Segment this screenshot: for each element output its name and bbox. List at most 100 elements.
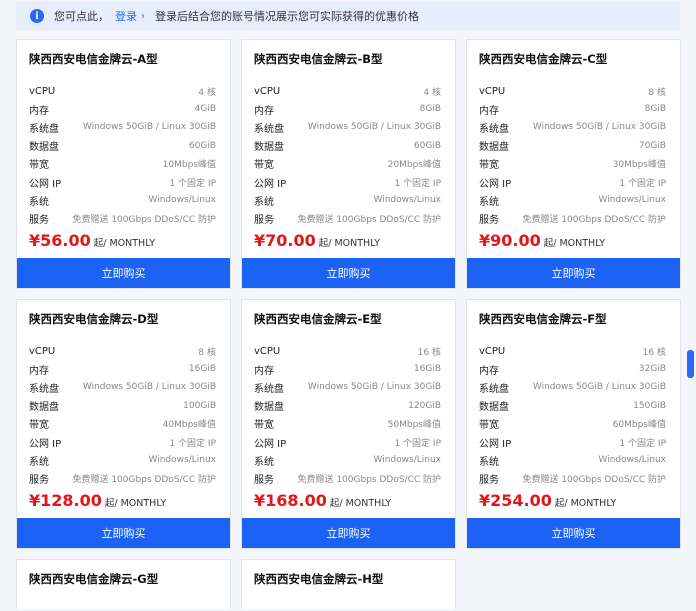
- price-unit: 起/ MONTHLY: [329, 498, 392, 509]
- spec-value: 4 核: [198, 87, 216, 98]
- info-icon: i: [30, 9, 44, 23]
- product-card: 陕西西安电信金牌云-E型 vCPU 16 核内存 16GiB 系统盘 Windows 50…: [241, 299, 456, 549]
- spec-row: 系统盘 Windows 50GiB / Linux 30GiB: [29, 378, 216, 396]
- card-title: 陕西西安电信金牌云-H型: [254, 572, 384, 586]
- spec-row: vCPU 16 核: [254, 342, 441, 360]
- spec-value: 8GiB: [419, 104, 441, 115]
- buy-now-button[interactable]: 立即购买: [467, 258, 680, 288]
- spec-label: 公网 IP: [479, 178, 512, 190]
- buy-now-button[interactable]: 立即购买: [17, 518, 230, 548]
- price: ¥128.00: [29, 491, 102, 510]
- spec-value: 4 核: [423, 87, 441, 98]
- product-card: 陕西西安电信金牌云-A型 vCPU 4 核内存 4GiB 系统盘 Windows 50Gi…: [16, 39, 231, 289]
- spec-value: 20Mbps峰值: [387, 160, 441, 171]
- buy-now-button[interactable]: 立即购买: [467, 518, 680, 548]
- spec-label: 数据盘: [254, 402, 284, 414]
- spec-row: vCPU 8 核: [479, 82, 666, 100]
- spec-label: 数据盘: [29, 402, 59, 414]
- spec-row: 系统 Windows/Linux: [479, 451, 666, 469]
- spec-value: Windows 50GiB / Linux 30GiB: [307, 122, 441, 133]
- product-card: 陕西西安电信金牌云-H型: [241, 559, 456, 609]
- spec-label: 内存: [479, 365, 499, 377]
- spec-label: 系统: [479, 456, 499, 468]
- spec-value: Windows/Linux: [598, 195, 666, 206]
- spec-label: 系统: [29, 456, 49, 468]
- buy-now-button[interactable]: 立即购买: [17, 258, 230, 288]
- card-title: 陕西西安电信金牌云-B型: [254, 52, 383, 66]
- spec-label: 内存: [254, 365, 274, 377]
- spec-value: 16 核: [642, 347, 666, 358]
- card-title: 陕西西安电信金牌云-E型: [254, 312, 382, 326]
- price-row: ¥90.00 起/ MONTHLY: [479, 231, 605, 250]
- spec-row: 服务 免费赠送 100Gbps DDoS/CC 防护: [254, 469, 441, 487]
- spec-value: 1 个固定 IP: [394, 178, 441, 189]
- spec-label: 带宽: [254, 160, 274, 172]
- spec-row: 服务 免费赠送 100Gbps DDoS/CC 防护: [29, 209, 216, 227]
- spec-label: 系统盘: [254, 383, 284, 395]
- scrollbar-thumb[interactable]: [687, 350, 694, 378]
- spec-row: vCPU 8 核: [29, 342, 216, 360]
- card-title: 陕西西安电信金牌云-G型: [29, 572, 159, 586]
- price-unit: 起/ MONTHLY: [93, 238, 156, 249]
- spec-row: 公网 IP 1 个固定 IP: [254, 433, 441, 451]
- spec-value: 100GiB: [183, 400, 216, 411]
- spec-row: 服务 免费赠送 100Gbps DDoS/CC 防护: [29, 469, 216, 487]
- login-link[interactable]: 登录: [115, 8, 137, 24]
- spec-label: 数据盘: [479, 402, 509, 414]
- spec-row: 带宽 60Mbps峰值: [479, 415, 666, 433]
- spec-label: 内存: [29, 105, 49, 117]
- price-unit: 起/ MONTHLY: [543, 238, 606, 249]
- spec-value: 免费赠送 100Gbps DDoS/CC 防护: [522, 214, 666, 225]
- spec-label: 系统盘: [479, 383, 509, 395]
- product-card: 陕西西安电信金牌云-F型 vCPU 16 核内存 32GiB 系统盘 Windows 50…: [466, 299, 681, 549]
- spec-row: 公网 IP 1 个固定 IP: [479, 173, 666, 191]
- login-notice-bar: i 您可点此， 登录 › 登录后结合您的账号情况展示您可实际获得的优惠价格: [16, 2, 680, 30]
- spec-label: 内存: [479, 105, 499, 117]
- scrollbar[interactable]: [686, 0, 696, 611]
- spec-row: 内存 4GiB: [29, 100, 216, 118]
- spec-row: 数据盘 60GiB: [254, 137, 441, 155]
- spec-value: 70GiB: [638, 140, 666, 151]
- spec-label: 内存: [254, 105, 274, 117]
- buy-now-button[interactable]: 立即购买: [242, 518, 455, 548]
- spec-value: 30Mbps峰值: [612, 160, 666, 171]
- spec-value: Windows 50GiB / Linux 30GiB: [532, 382, 666, 393]
- spec-label: vCPU: [29, 345, 56, 357]
- price: ¥90.00: [479, 231, 541, 250]
- spec-value: 免费赠送 100Gbps DDoS/CC 防护: [72, 214, 216, 225]
- spec-row: vCPU 16 核: [479, 342, 666, 360]
- spec-row: 公网 IP 1 个固定 IP: [29, 173, 216, 191]
- notice-text: 登录后结合您的账号情况展示您可实际获得的优惠价格: [155, 10, 419, 23]
- spec-row: vCPU 4 核: [254, 82, 441, 100]
- spec-row: 服务 免费赠送 100Gbps DDoS/CC 防护: [254, 209, 441, 227]
- spec-value: Windows 50GiB / Linux 30GiB: [307, 382, 441, 393]
- spec-row: 数据盘 70GiB: [479, 137, 666, 155]
- spec-label: vCPU: [479, 85, 506, 97]
- spec-row: 系统盘 Windows 50GiB / Linux 30GiB: [254, 118, 441, 136]
- spec-row: 带宽 20Mbps峰值: [254, 155, 441, 173]
- spec-value: 40Mbps峰值: [162, 420, 216, 431]
- spec-label: 系统: [29, 196, 49, 208]
- spec-value: 50Mbps峰值: [387, 420, 441, 431]
- spec-row: 公网 IP 1 个固定 IP: [254, 173, 441, 191]
- spec-list: vCPU 8 核内存 16GiB 系统盘 Windows 50GiB / Linux 3…: [17, 330, 230, 488]
- price: ¥254.00: [479, 491, 552, 510]
- card-title: 陕西西安电信金牌云-F型: [479, 312, 607, 326]
- spec-row: 系统盘 Windows 50GiB / Linux 30GiB: [479, 118, 666, 136]
- card-title: 陕西西安电信金牌云-C型: [479, 52, 608, 66]
- buy-now-button[interactable]: 立即购买: [242, 258, 455, 288]
- spec-value: Windows 50GiB / Linux 30GiB: [82, 382, 216, 393]
- spec-label: 数据盘: [479, 142, 509, 154]
- spec-value: 1 个固定 IP: [169, 438, 216, 449]
- spec-value: 1 个固定 IP: [619, 438, 666, 449]
- spec-row: 公网 IP 1 个固定 IP: [29, 433, 216, 451]
- spec-row: 数据盘 100GiB: [29, 397, 216, 415]
- spec-row: 内存 16GiB: [254, 360, 441, 378]
- product-card-grid: 陕西西安电信金牌云-A型 vCPU 4 核内存 4GiB 系统盘 Windows 50Gi…: [16, 39, 686, 609]
- price-row: ¥128.00 起/ MONTHLY: [29, 491, 166, 510]
- spec-value: 32GiB: [638, 364, 666, 375]
- spec-row: 带宽 10Mbps峰值: [29, 155, 216, 173]
- spec-label: 服务: [479, 214, 499, 226]
- spec-value: 8 核: [648, 87, 666, 98]
- spec-row: 带宽 30Mbps峰值: [479, 155, 666, 173]
